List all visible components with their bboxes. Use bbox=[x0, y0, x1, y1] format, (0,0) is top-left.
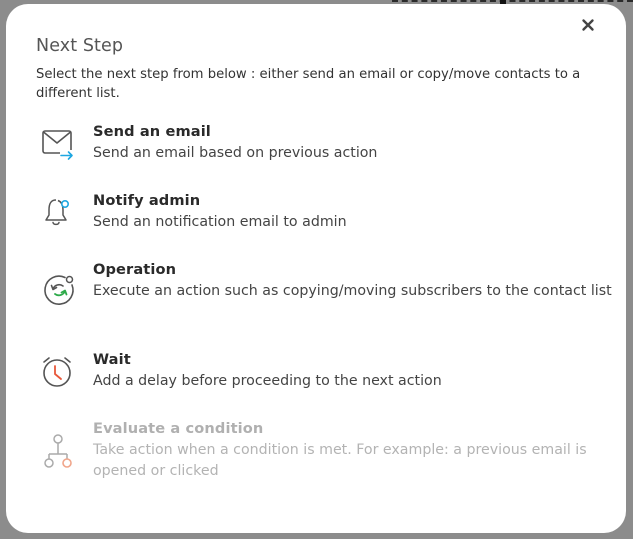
option-icon-wrapper bbox=[36, 350, 93, 392]
next-step-dialog: Next Step Select the next step from belo… bbox=[6, 4, 626, 533]
operation-cycle-icon bbox=[44, 275, 74, 305]
close-icon[interactable] bbox=[580, 17, 596, 33]
option-icon-wrapper bbox=[36, 419, 93, 482]
close-button[interactable] bbox=[580, 17, 596, 33]
option-description: Take action when a condition is met. For… bbox=[93, 442, 587, 479]
option-evaluate-condition: Evaluate a condition Take action when a … bbox=[36, 419, 616, 482]
option-icon-wrapper bbox=[36, 191, 93, 233]
option-operation[interactable]: Operation Execute an action such as copy… bbox=[36, 260, 616, 305]
option-send-email[interactable]: Send an email Send an email based on pre… bbox=[36, 122, 616, 164]
option-description: Execute an action such as copying/moving… bbox=[93, 283, 612, 299]
mail-send-icon bbox=[42, 130, 73, 160]
option-description: Send an notification email to admin bbox=[93, 214, 347, 230]
option-wait[interactable]: Wait Add a delay before proceeding to th… bbox=[36, 350, 616, 392]
option-title: Evaluate a condition bbox=[93, 420, 264, 437]
option-title: Send an email bbox=[93, 123, 211, 140]
option-notify-admin[interactable]: Notify admin Send an notification email … bbox=[36, 191, 616, 233]
bell-notify-icon bbox=[45, 199, 69, 226]
option-title: Operation bbox=[93, 261, 177, 278]
alarm-clock-icon bbox=[43, 357, 71, 387]
option-title: Notify admin bbox=[93, 192, 201, 209]
backdrop-dashed-line bbox=[392, 0, 633, 2]
dialog-description: Select the next step from below : either… bbox=[36, 67, 581, 101]
option-icon-wrapper bbox=[36, 122, 93, 164]
dialog-title: Next Step bbox=[36, 36, 124, 56]
option-icon-wrapper bbox=[36, 260, 93, 305]
condition-branch-icon bbox=[44, 434, 72, 468]
option-description: Send an email based on previous action bbox=[93, 145, 378, 161]
option-title: Wait bbox=[93, 351, 131, 368]
option-description: Add a delay before proceeding to the nex… bbox=[93, 373, 442, 389]
